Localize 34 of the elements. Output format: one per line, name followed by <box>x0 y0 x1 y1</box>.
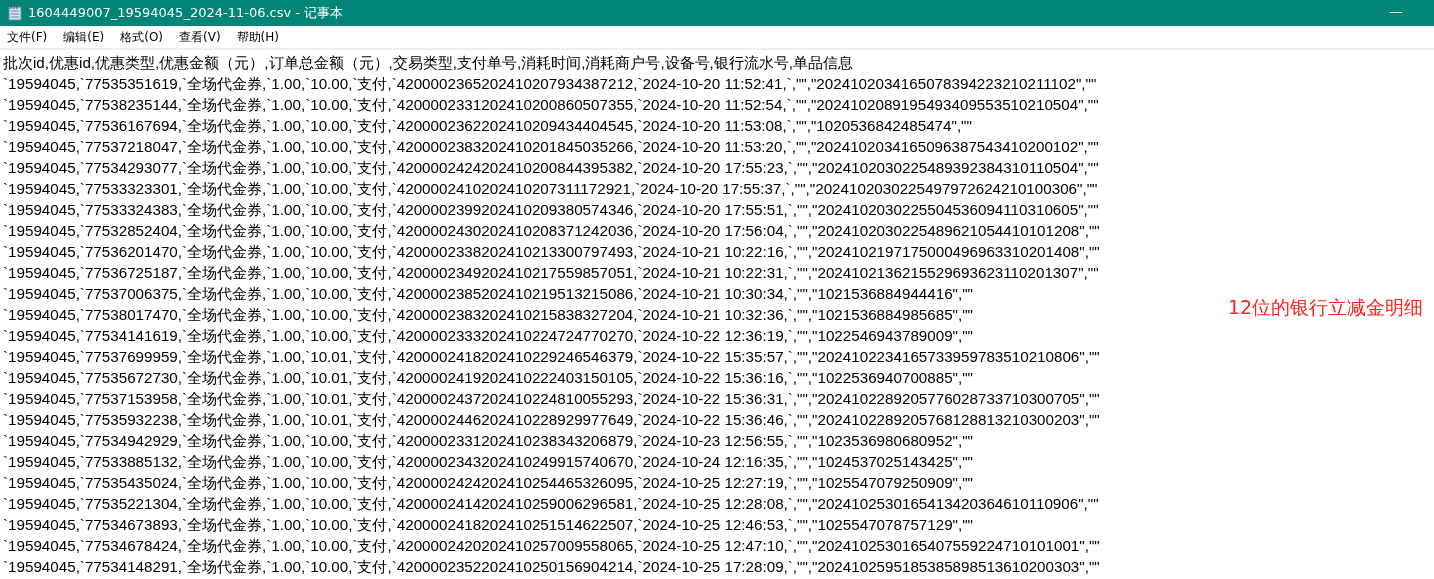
menu-item[interactable]: 编辑(E) <box>62 27 106 47</box>
annotation-text: 12位的银行立减金明细 <box>1228 295 1425 320</box>
text-line: `19594045,`77537006375,`全场代金券,`1.00,`10.00,`支付,`4200002385202410219513215086,`2024-10-21 10:30:34,`,"","1021536884944416","" <box>3 284 973 304</box>
text-line: `19594045,`77533323301,`全场代金券,`1.00,`10.00,`支付,`4200002410202410207311172921,`2024-10-20 17:55:37,`,"","2024102030225497972624210100306","" <box>3 179 1098 199</box>
text-line: `19594045,`77534148291,`全场代金券,`1.00,`10.00,`支付,`4200002352202410250156904214,`2024-10-25 17:28:09,`,"","2024102595185385898513610200303","" <box>3 557 1100 577</box>
text-line: `19594045,`77534293077,`全场代金券,`1.00,`10.00,`支付,`4200002424202410200844395382,`2024-10-20 17:55:23,`,"","2024102030225489392384310110504","" <box>3 158 1099 178</box>
menu-item[interactable]: 帮助(H) <box>235 27 280 47</box>
text-line: `19594045,`77534141619,`全场代金券,`1.00,`10.00,`支付,`4200002333202410224724770270,`2024-10-22 12:36:19,`,"","1022546943789009","" <box>3 326 973 346</box>
text-line: `19594045,`77534678424,`全场代金券,`1.00,`10.00,`支付,`4200002420202410257009558065,`2024-10-25 12:47:10,`,"","2024102530165407559224710101001","" <box>3 536 1100 556</box>
text-line: `19594045,`77536167694,`全场代金券,`1.00,`10.00,`支付,`4200002362202410209434404545,`2024-10-20 11:53:08,`,"","1020536842485474","" <box>3 116 972 136</box>
text-line: `19594045,`77535351619,`全场代金券,`1.00,`10.00,`支付,`4200002365202410207934387212,`2024-10-20 11:52:41,`,"","2024102034165078394223210211102","" <box>3 74 1097 94</box>
text-line: `19594045,`77534673893,`全场代金券,`1.00,`10.00,`支付,`4200002418202410251514622507,`2024-10-25 12:46:53,`,"","1025547078757129","" <box>3 515 973 535</box>
text-line: `19594045,`77535932238,`全场代金券,`1.00,`10.01,`支付,`4200002446202410228929977649,`2024-10-22 15:36:46,`,"","2024102289205768128813210300203","" <box>3 410 1100 430</box>
menu-item[interactable]: 文件(F) <box>6 27 49 47</box>
text-line: `19594045,`77533324383,`全场代金券,`1.00,`10.00,`支付,`4200002399202410209380574346,`2024-10-20 17:55:51,`,"","2024102030225504536094110310605","" <box>3 200 1099 220</box>
text-line: `19594045,`77537153958,`全场代金券,`1.00,`10.01,`支付,`4200002437202410224810055293,`2024-10-22 15:36:31,`,"","2024102289205776028733710300705","" <box>3 389 1100 409</box>
text-line: `19594045,`77536201470,`全场代金券,`1.00,`10.00,`支付,`4200002338202410213300797493,`2024-10-21 10:22:16,`,"","2024102197175000496963310201408","" <box>3 242 1100 262</box>
text-line: `19594045,`77535221304,`全场代金券,`1.00,`10.00,`支付,`4200002414202410259006296581,`2024-10-25 12:28:08,`,"","2024102530165413420364610110906","" <box>3 494 1099 514</box>
text-line: `19594045,`77537699959,`全场代金券,`1.00,`10.01,`支付,`4200002418202410229246546379,`2024-10-22 15:35:57,`,"","2024102234165733959783510210806","" <box>3 347 1100 367</box>
text-line: `19594045,`77538235144,`全场代金券,`1.00,`10.00,`支付,`4200002331202410200860507355,`2024-10-20 11:52:54,`,"","2024102089195493409553510210504","" <box>3 95 1099 115</box>
text-line: `19594045,`77537218047,`全场代金券,`1.00,`10.00,`支付,`4200002383202410201845035266,`2024-10-20 11:53:20,`,"","2024102034165096387543410200102","" <box>3 137 1099 157</box>
notepad-icon <box>8 5 22 21</box>
text-line: `19594045,`77534942929,`全场代金券,`1.00,`10.00,`支付,`4200002331202410238343206879,`2024-10-23 12:56:55,`,"","1023536980680952","" <box>3 431 973 451</box>
menu-item[interactable]: 查看(V) <box>178 27 222 47</box>
text-line: 批次id,优惠id,优惠类型,优惠金额（元）,订单总金额（元）,交易类型,支付单号,消耗时间,消耗商户号,设备号,银行流水号,单品信息 <box>3 53 854 73</box>
menu-item[interactable]: 格式(O) <box>119 27 165 47</box>
text-line: `19594045,`77535672730,`全场代金券,`1.00,`10.01,`支付,`4200002419202410222403150105,`2024-10-22 15:36:16,`,"","1022536940700885","" <box>3 368 973 388</box>
text-line: `19594045,`77532852404,`全场代金券,`1.00,`10.00,`支付,`4200002430202410208371242036,`2024-10-20 17:56:04,`,"","2024102030225489621054410101208","" <box>3 221 1100 241</box>
window-title: 1604449007_19594045_2024-11-06.csv - 记事本 <box>28 4 345 22</box>
text-line: `19594045,`77538017470,`全场代金券,`1.00,`10.00,`支付,`4200002383202410215838327204,`2024-10-21 10:32:36,`,"","1021536884985685","" <box>3 305 973 325</box>
text-line: `19594045,`77535435024,`全场代金券,`1.00,`10.00,`支付,`4200002424202410254465326095,`2024-10-25 12:27:19,`,"","1025547079250909","" <box>3 473 973 493</box>
minimize-icon[interactable] <box>1390 12 1402 14</box>
text-line: `19594045,`77533885132,`全场代金券,`1.00,`10.00,`支付,`4200002343202410249915740670,`2024-10-24 12:16:35,`,"","1024537025143425","" <box>3 452 973 472</box>
text-line: `19594045,`77536725187,`全场代金券,`1.00,`10.00,`支付,`4200002349202410217559857051,`2024-10-21 10:22:31,`,"","2024102136215529693623110201307","" <box>3 263 1099 283</box>
